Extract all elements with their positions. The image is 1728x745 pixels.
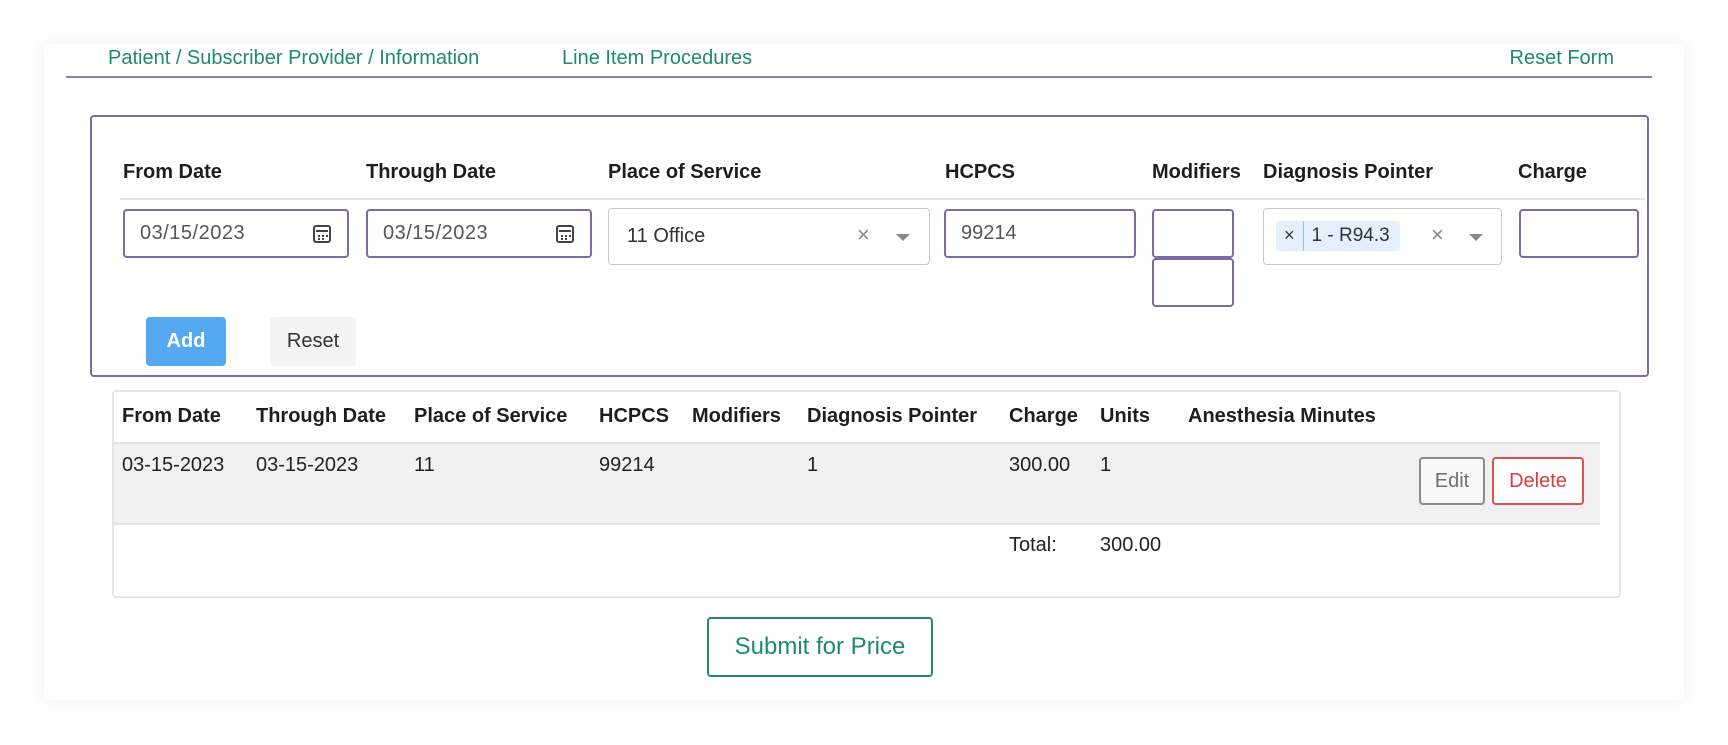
place-of-service-value: 11 Office — [627, 225, 706, 247]
edit-button[interactable]: Edit — [1419, 457, 1485, 505]
column-header-diagnosis-pointer: Diagnosis Pointer — [807, 405, 978, 427]
from-date-label: From Date — [123, 161, 222, 183]
reset-button[interactable]: Reset — [270, 317, 356, 366]
add-button[interactable]: Add — [146, 317, 226, 366]
hcpcs-label: HCPCS — [945, 161, 1016, 183]
header-divider — [120, 198, 1645, 200]
chevron-down-icon[interactable] — [1469, 234, 1483, 241]
delete-button[interactable]: Delete — [1492, 457, 1584, 505]
diagnosis-pointer-label: Diagnosis Pointer — [1263, 161, 1434, 183]
charge-input[interactable] — [1519, 209, 1639, 258]
chevron-down-icon[interactable] — [896, 234, 910, 241]
modifier-input-2[interactable] — [1152, 258, 1234, 307]
cell-hcpcs: 99214 — [599, 454, 655, 476]
total-label: Total: — [1009, 534, 1057, 556]
cell-units: 1 — [1100, 454, 1112, 476]
cell-from-date: 03-15-2023 — [122, 454, 225, 476]
submit-for-price-button[interactable]: Submit for Price — [707, 617, 933, 677]
place-of-service-select[interactable]: 11 Office × — [608, 208, 930, 265]
from-date-input[interactable]: 03/15/2023 — [123, 209, 349, 258]
through-date-value: 03/15/2023 — [383, 222, 489, 244]
from-date-value: 03/15/2023 — [140, 222, 246, 244]
through-date-input[interactable]: 03/15/2023 — [366, 209, 592, 258]
column-header-through-date: Through Date — [256, 405, 386, 427]
tab-line-item-procedures[interactable]: Line Item Procedures — [562, 47, 752, 70]
diagnosis-chip-label: 1 - R94.3 — [1311, 225, 1390, 246]
column-header-modifiers: Modifiers — [692, 405, 781, 427]
clear-icon[interactable]: × — [857, 222, 870, 248]
diagnosis-chip: × 1 - R94.3 — [1276, 221, 1400, 251]
form-tabs: Patient / Subscriber Provider / Informat… — [66, 44, 1652, 78]
clear-icon[interactable]: × — [1431, 222, 1444, 248]
column-header-from-date: From Date — [122, 405, 221, 427]
cell-diagnosis-pointer: 1 — [807, 454, 819, 476]
charge-label: Charge — [1518, 161, 1587, 183]
hcpcs-input[interactable]: 99214 — [944, 209, 1136, 258]
through-date-label: Through Date — [366, 161, 496, 183]
calendar-icon[interactable] — [313, 225, 331, 243]
place-of-service-label: Place of Service — [608, 161, 762, 183]
column-header-place-of-service: Place of Service — [414, 405, 568, 427]
cell-through-date: 03-15-2023 — [256, 454, 359, 476]
cell-place-of-service: 11 — [414, 454, 435, 476]
cell-charge: 300.00 — [1009, 454, 1071, 476]
diagnosis-pointer-select[interactable]: × 1 - R94.3 × — [1263, 208, 1502, 265]
column-header-anesthesia-minutes: Anesthesia Minutes — [1188, 405, 1376, 427]
tab-patient-subscriber-provider-information[interactable]: Patient / Subscriber Provider / Informat… — [108, 47, 479, 70]
modifier-input-1[interactable] — [1152, 209, 1234, 258]
column-header-charge: Charge — [1009, 405, 1078, 427]
calendar-icon[interactable] — [556, 225, 574, 243]
total-value: 300.00 — [1100, 534, 1162, 556]
chip-remove-icon[interactable]: × — [1276, 221, 1304, 251]
reset-form-link[interactable]: Reset Form — [1510, 47, 1614, 70]
column-header-hcpcs: HCPCS — [599, 405, 670, 427]
hcpcs-value: 99214 — [961, 222, 1017, 244]
column-header-units: Units — [1100, 405, 1150, 427]
modifiers-label: Modifiers — [1152, 161, 1241, 183]
